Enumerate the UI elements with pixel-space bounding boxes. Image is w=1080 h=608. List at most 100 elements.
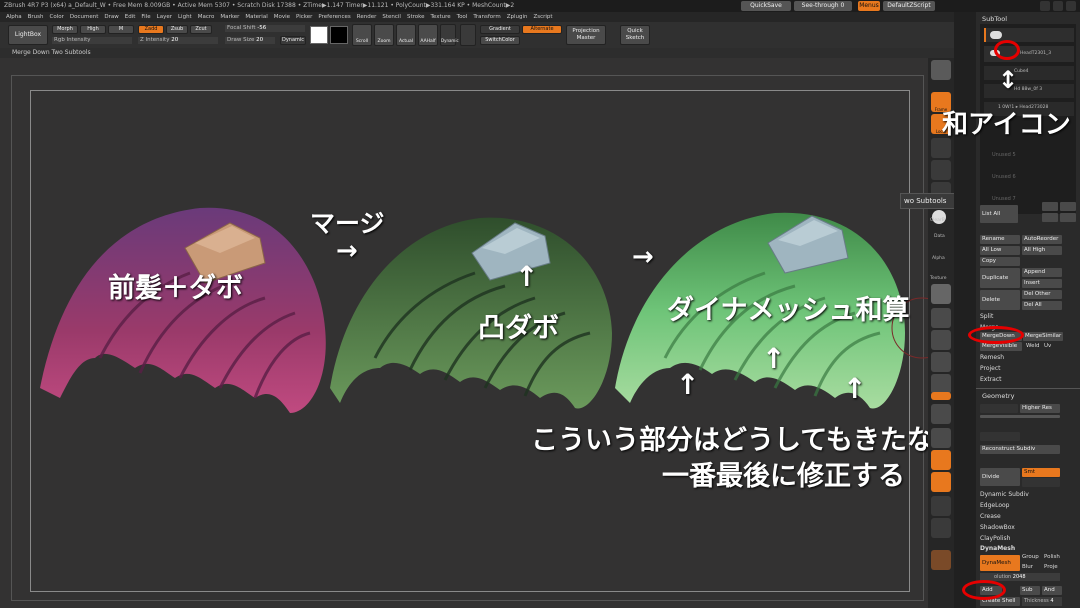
smt-toggle[interactable]: Smt — [1022, 468, 1060, 477]
actual-button[interactable]: Actual — [396, 24, 416, 46]
draw-size-slider[interactable]: Draw Size 20 — [225, 37, 275, 44]
m-button[interactable]: M — [108, 25, 134, 34]
shelf-disabled-3[interactable] — [931, 496, 951, 516]
ghost-button[interactable] — [931, 428, 951, 448]
menu-brush[interactable]: Brush — [28, 14, 44, 20]
scroll-down-icon[interactable] — [1042, 213, 1058, 222]
aahalf-button[interactable]: AAHalf — [418, 24, 438, 46]
material-icon[interactable] — [931, 284, 951, 304]
default-zscript-button[interactable]: DefaultZScript — [883, 1, 935, 11]
move-down-icon[interactable] — [1060, 213, 1076, 222]
scroll-button[interactable]: Scroll — [352, 24, 372, 46]
maximize-icon[interactable] — [1053, 1, 1063, 11]
z-intensity-slider[interactable]: Z Intensity 20 — [138, 37, 218, 44]
weld-label[interactable]: Weld — [1026, 343, 1040, 349]
transp-button[interactable] — [931, 404, 951, 424]
group-toggle[interactable]: Group — [1022, 554, 1039, 560]
claypolish-label[interactable]: ClayPolish — [980, 535, 1010, 542]
line-fill-toggle[interactable] — [931, 392, 951, 400]
move-button[interactable] — [931, 308, 951, 328]
menu-picker[interactable]: Picker — [296, 14, 312, 20]
lower-res-button[interactable] — [980, 404, 1018, 413]
quick-sketch-button[interactable]: Quick Sketch — [620, 25, 650, 45]
menu-zplugin[interactable]: Zplugin — [507, 14, 528, 20]
menu-render[interactable]: Render — [357, 14, 377, 20]
project-label[interactable]: Project — [980, 365, 1001, 372]
and-button[interactable]: And — [1042, 586, 1062, 595]
menu-transform[interactable]: Transform — [473, 14, 500, 20]
projection-master-button[interactable]: Projection Master — [566, 25, 606, 45]
solo-button[interactable] — [931, 450, 951, 470]
menu-file[interactable]: File — [141, 14, 150, 20]
menu-layer[interactable]: Layer — [157, 14, 172, 20]
shelf-disabled-1[interactable] — [931, 160, 951, 180]
uv-label[interactable]: Uv — [1044, 343, 1051, 349]
menu-draw[interactable]: Draw — [104, 14, 118, 20]
list-all-button[interactable]: List All — [980, 205, 1018, 223]
polish-toggle[interactable]: Polish — [1044, 554, 1060, 560]
duplicate-button[interactable]: Duplicate — [980, 268, 1020, 288]
remesh-label[interactable]: Remesh — [980, 354, 1004, 361]
menu-material[interactable]: Material — [245, 14, 267, 20]
suv-toggle[interactable] — [1022, 478, 1060, 487]
all-high-button[interactable]: All High — [1022, 246, 1062, 255]
menu-stencil[interactable]: Stencil — [382, 14, 401, 20]
minimize-icon[interactable] — [1040, 1, 1050, 11]
scale-button[interactable] — [931, 330, 951, 350]
subtool-row-1[interactable] — [984, 28, 1074, 42]
see-through-slider[interactable]: See-through 0 — [794, 1, 852, 11]
zsub-button[interactable]: Zsub — [166, 25, 188, 34]
shadowbox-label[interactable]: ShadowBox — [980, 524, 1015, 531]
zoom-button[interactable]: Zoom — [374, 24, 394, 46]
alternate-button[interactable]: Alternate — [522, 25, 562, 34]
gradient-icon[interactable] — [460, 24, 476, 46]
menu-edit[interactable]: Edit — [125, 14, 136, 20]
project-toggle[interactable]: Proje — [1044, 564, 1058, 570]
menu-preferences[interactable]: Preferences — [318, 14, 350, 20]
reconstruct-subdiv-button[interactable]: Reconstruct Subdiv — [980, 445, 1060, 454]
all-low-button[interactable]: All Low — [980, 246, 1020, 255]
menu-texture[interactable]: Texture — [431, 14, 451, 20]
mergesimilar-button[interactable]: MergeSimilar — [1023, 332, 1063, 341]
dynamesh-button[interactable]: DynaMesh — [980, 555, 1020, 571]
sdiv-slider[interactable] — [980, 415, 1060, 418]
zcut-button[interactable]: Zcut — [190, 25, 212, 34]
del-other-button[interactable]: Del Other — [1022, 290, 1062, 299]
bpr-icon[interactable] — [931, 60, 951, 80]
lightbox-button[interactable]: LightBox — [8, 25, 48, 45]
menus-button[interactable]: Menus — [858, 1, 880, 11]
menu-marker[interactable]: Marker — [220, 14, 239, 20]
gradient-button[interactable]: Gradient — [480, 25, 520, 34]
polyf-button[interactable] — [931, 374, 951, 394]
secondary-color-swatch[interactable] — [330, 26, 348, 44]
main-color-swatch[interactable] — [310, 26, 328, 44]
delete-button[interactable]: Delete — [980, 290, 1020, 310]
rgb-intensity-slider[interactable]: Rgb Intensity — [52, 37, 132, 44]
menu-stroke[interactable]: Stroke — [407, 14, 425, 20]
move-up-icon[interactable] — [1060, 202, 1076, 211]
copy-button[interactable]: Copy — [980, 257, 1020, 266]
dynamic-toggle[interactable]: Dynamic — [280, 36, 306, 45]
menu-color[interactable]: Color — [50, 14, 64, 20]
menu-document[interactable]: Document — [70, 14, 99, 20]
higher-res-button[interactable]: Higher Res — [1020, 404, 1060, 413]
crease-label[interactable]: Crease — [980, 513, 1001, 520]
dynamic-subdiv-label[interactable]: Dynamic Subdiv — [980, 491, 1029, 498]
morph-button[interactable]: Morph — [52, 25, 78, 34]
focal-shift-slider[interactable]: Focal Shift -56 — [225, 25, 305, 32]
menu-alpha[interactable]: Alpha — [6, 14, 22, 20]
zadd-button[interactable]: Zadd — [138, 25, 164, 34]
xpose-button[interactable] — [931, 472, 951, 492]
insert-button[interactable]: Insert — [1022, 279, 1062, 288]
quicksave-button[interactable]: QuickSave — [741, 1, 791, 11]
high-button[interactable]: High — [80, 25, 106, 34]
del-all-button[interactable]: Del All — [1022, 301, 1062, 310]
switchcolor-button[interactable]: SwitchColor — [480, 36, 520, 45]
divide-button[interactable]: Divide — [980, 468, 1020, 486]
menu-light[interactable]: Light — [178, 14, 192, 20]
dynamesh-section-label[interactable]: DynaMesh — [980, 545, 1015, 552]
autoreorder-button[interactable]: AutoReorder — [1022, 235, 1062, 244]
rotate-button[interactable] — [931, 352, 951, 372]
sub-button[interactable]: Sub — [1020, 586, 1040, 595]
edgeloop-label[interactable]: EdgeLoop — [980, 502, 1010, 509]
